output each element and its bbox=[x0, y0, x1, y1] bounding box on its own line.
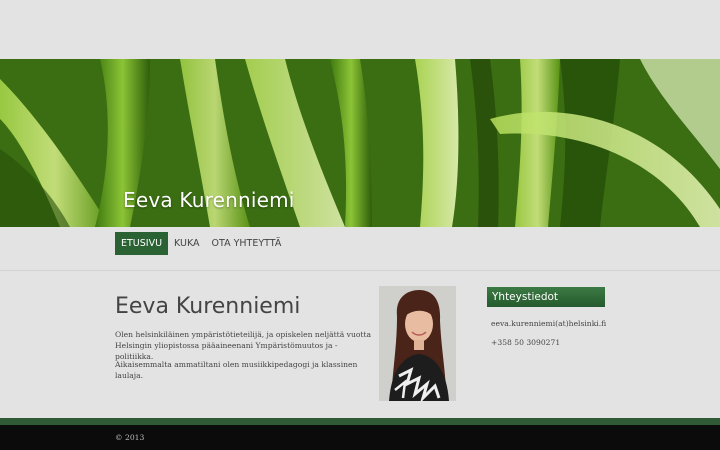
copyright-text: © 2013 bbox=[115, 433, 145, 442]
nav-item-kuka[interactable]: KUKA bbox=[168, 232, 206, 255]
nav-item-etusivu[interactable]: ETUSIVU bbox=[115, 232, 169, 255]
portrait-photo bbox=[379, 286, 456, 401]
site-title[interactable]: Eeva Kurenniemi bbox=[123, 188, 295, 212]
contact-phone: +358 50 3090271 bbox=[491, 338, 561, 347]
grass-image bbox=[0, 59, 720, 227]
footer-accent-bar bbox=[0, 418, 720, 425]
page-heading: Eeva Kurenniemi bbox=[115, 294, 301, 319]
contact-heading: Yhteystiedot bbox=[487, 287, 605, 307]
footer: © 2013 bbox=[0, 425, 720, 450]
top-strip bbox=[0, 0, 720, 59]
contact-email[interactable]: eeva.kurenniemi(at)helsinki.fi bbox=[491, 319, 606, 328]
intro-paragraph: Olen helsinkiläinen ympäristötieteilijä,… bbox=[115, 330, 372, 361]
nav-item-ota-yhteytta[interactable]: OTA YHTEYTTÄ bbox=[206, 232, 288, 255]
main-navigation: ETUSIVU KUKA OTA YHTEYTTÄ bbox=[115, 232, 287, 255]
header-banner: Eeva Kurenniemi bbox=[0, 59, 720, 227]
nav-divider bbox=[0, 270, 720, 271]
background-paragraph: Aikaisemmalta ammatiltani olen musiikkip… bbox=[115, 360, 358, 380]
